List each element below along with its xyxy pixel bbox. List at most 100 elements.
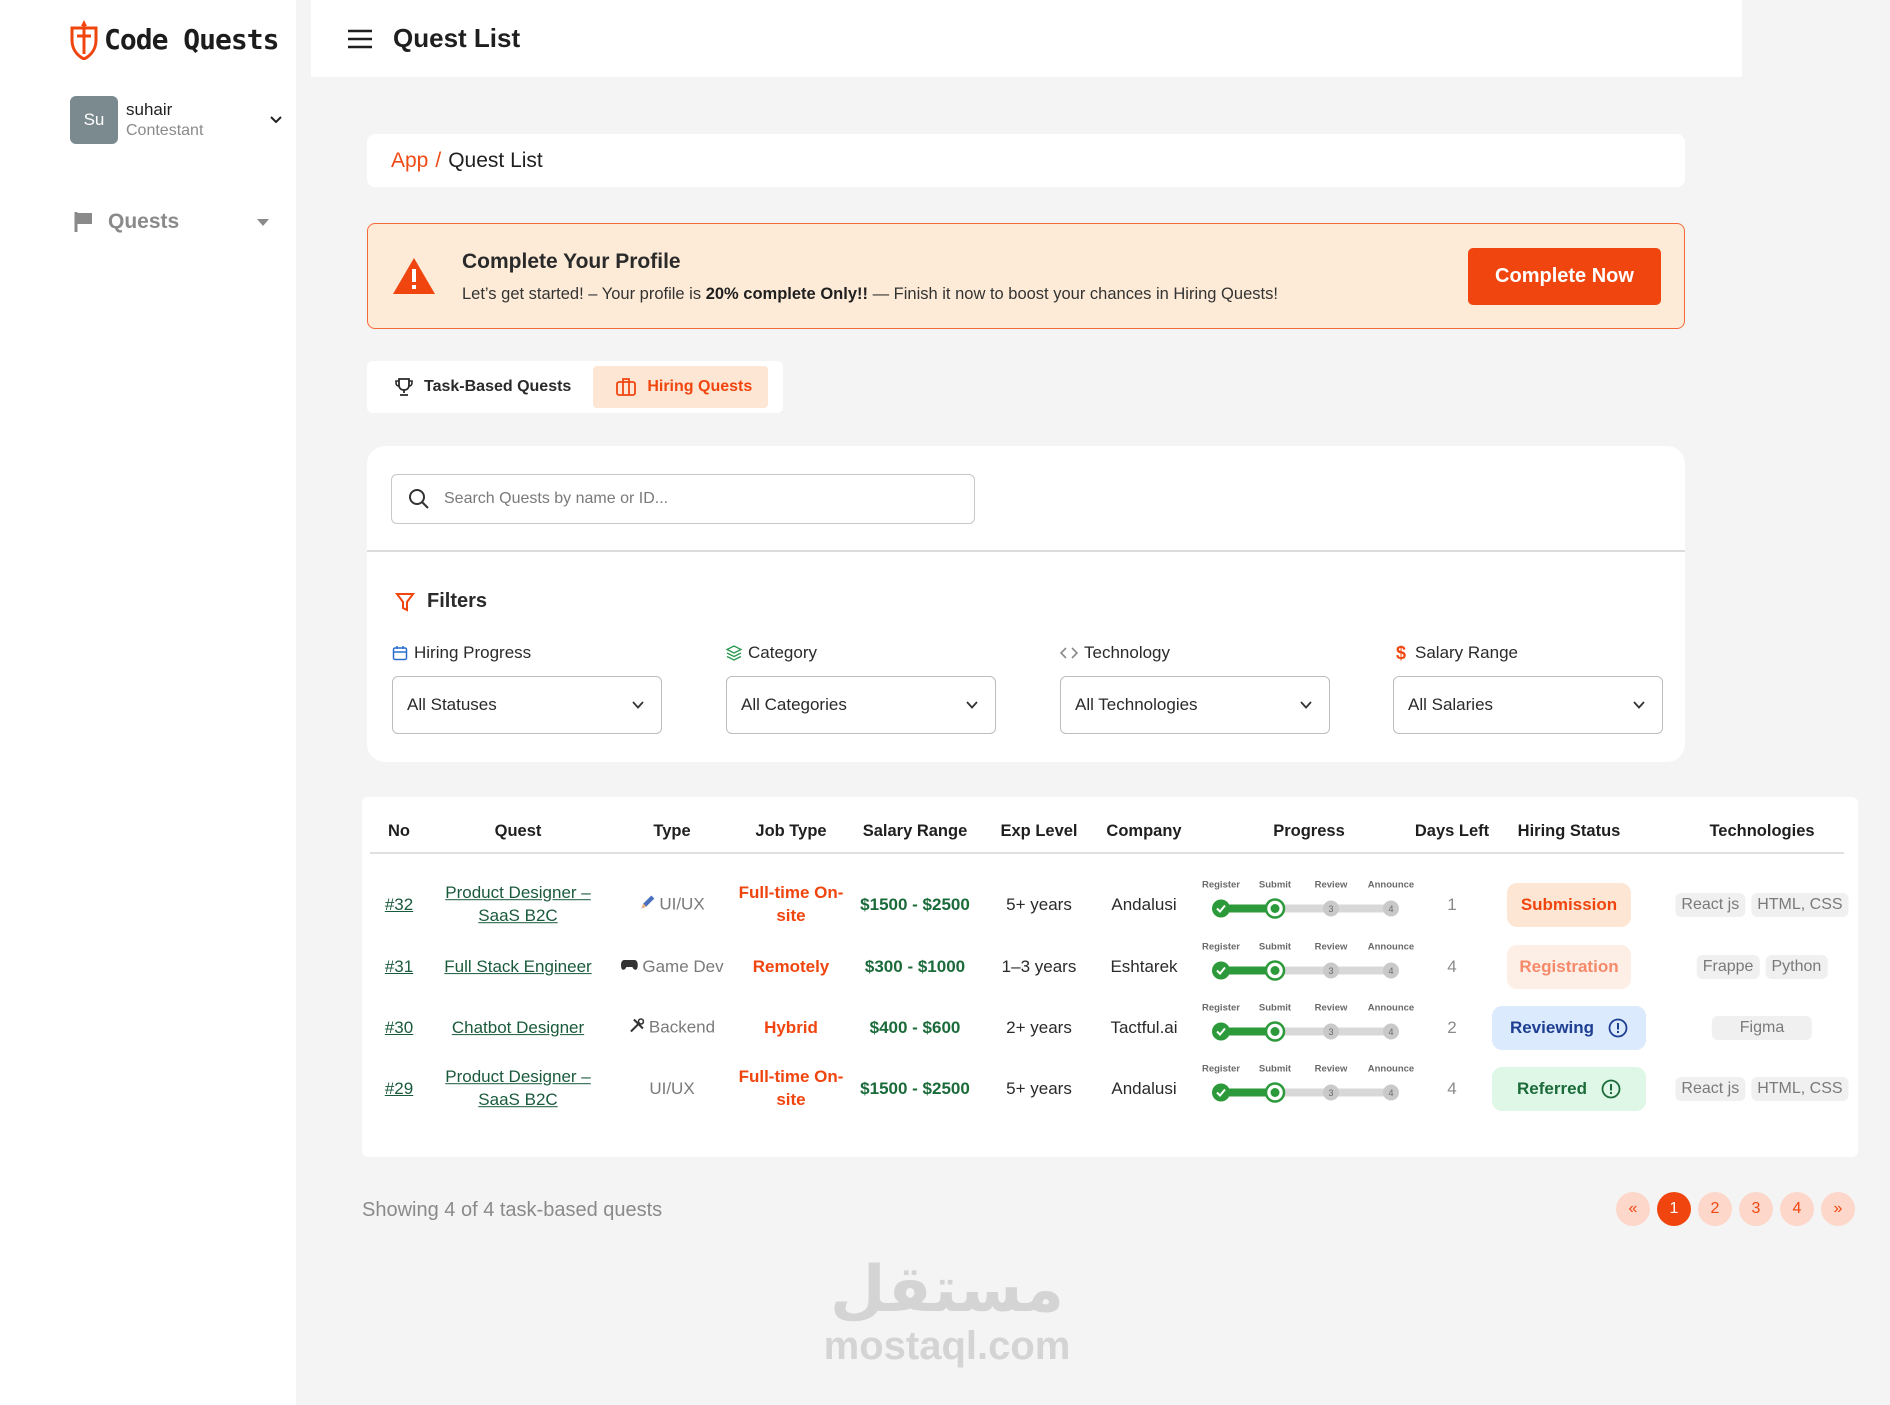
chevron-down-icon <box>632 701 644 709</box>
info-icon[interactable] <box>1608 1018 1628 1038</box>
flag-icon <box>74 212 92 232</box>
calendar-icon <box>392 646 408 661</box>
salary-range: $1500 - $2500 <box>860 894 970 914</box>
pagination-first-button[interactable]: « <box>1616 1192 1650 1226</box>
brand-name: Code Quests <box>104 22 279 56</box>
search-icon <box>409 489 429 509</box>
breadcrumb-separator: / <box>435 148 442 172</box>
svg-text:3: 3 <box>1328 966 1333 976</box>
breadcrumb-app-link[interactable]: App <box>391 149 428 173</box>
complete-now-button[interactable]: Complete Now <box>1468 248 1661 305</box>
svg-text:4: 4 <box>1388 966 1393 976</box>
svg-text:3: 3 <box>1328 1088 1333 1098</box>
salary-range-select[interactable]: All Salaries <box>1393 676 1663 734</box>
tab-task-based-quests[interactable]: Task-Based Quests <box>372 366 587 408</box>
divider <box>367 550 1685 552</box>
chevron-down-icon <box>966 701 978 709</box>
table-row[interactable]: #29 Product Designer – SaaS B2C UI/UX Full-… <box>362 1052 1858 1125</box>
svg-text:Announce: Announce <box>1368 941 1414 952</box>
progress-stepper: Register Submit Review Announce 3 4 <box>1202 1002 1414 1042</box>
quest-name-link[interactable]: Chatbot Designer <box>443 1016 593 1040</box>
technologies-list: React js HTML, CSS <box>1675 1076 1849 1101</box>
search-input[interactable] <box>444 490 924 508</box>
quest-id-link[interactable]: #31 <box>385 957 413 977</box>
hiring-status-badge[interactable]: Submission <box>1507 882 1631 927</box>
svg-text:Register: Register <box>1202 941 1240 952</box>
category-select[interactable]: All Categories <box>726 676 996 734</box>
technology-tag: Python <box>1765 954 1828 979</box>
chevron-down-icon[interactable] <box>268 112 284 128</box>
column-header: Salary Range <box>862 822 968 840</box>
column-header: Company <box>1106 822 1182 840</box>
pagination-page-4[interactable]: 4 <box>1780 1192 1814 1226</box>
column-header: Days Left <box>1414 822 1490 840</box>
gamepad-icon <box>620 957 638 977</box>
pencil-icon <box>639 894 655 915</box>
svg-text:3: 3 <box>1328 904 1333 914</box>
hiring-status-badge[interactable]: Reviewing <box>1492 1005 1646 1050</box>
quest-type: UI/UX <box>639 894 705 915</box>
pagination-page-1[interactable]: 1 <box>1657 1192 1691 1226</box>
quest-name-link[interactable]: Full Stack Engineer <box>443 955 593 979</box>
quest-id-link[interactable]: #30 <box>385 1018 413 1038</box>
exp-level: 5+ years <box>1006 894 1072 914</box>
pagination-page-2[interactable]: 2 <box>1698 1192 1732 1226</box>
quest-name-link[interactable]: Product Designer – SaaS B2C <box>443 881 593 929</box>
progress-cell: Register Submit Review Announce 3 4 <box>1199 939 1419 994</box>
pagination-page-3[interactable]: 3 <box>1739 1192 1773 1226</box>
breadcrumb: App / Quest List <box>367 134 1685 187</box>
column-header: Progress <box>1273 822 1345 840</box>
job-type: Full-time On-site <box>738 1066 844 1110</box>
company-name: Andalusi <box>1111 1078 1177 1098</box>
company-name: Andalusi <box>1111 894 1177 914</box>
breadcrumb-current: Quest List <box>448 148 543 172</box>
quest-id-link[interactable]: #29 <box>385 1079 413 1099</box>
hiring-progress-select[interactable]: All Statuses <box>392 676 662 734</box>
svg-text:Announce: Announce <box>1368 1063 1414 1074</box>
technology-tag: Figma <box>1711 1015 1813 1040</box>
search-box[interactable] <box>391 474 975 524</box>
quest-id-link[interactable]: #32 <box>385 895 413 915</box>
hamburger-menu-icon[interactable] <box>347 28 373 50</box>
tab-hiring-quests[interactable]: Hiring Quests <box>593 366 769 408</box>
job-type: Remotely <box>752 956 830 976</box>
quest-type: Backend <box>629 1017 715 1038</box>
svg-text:Review: Review <box>1315 879 1348 890</box>
brand-logo[interactable]: Code Quests <box>68 18 279 60</box>
filter-icon <box>395 592 415 612</box>
user-menu[interactable]: Su suhair Contestant <box>70 96 284 144</box>
technologies-list: Figma <box>1711 1015 1813 1040</box>
code-quests-logo-icon <box>70 20 98 60</box>
svg-text:Submit: Submit <box>1259 1063 1292 1074</box>
technology-select[interactable]: All Technologies <box>1060 676 1330 734</box>
sidebar-item-quests[interactable]: Quests <box>74 210 270 234</box>
briefcase-icon <box>616 378 637 396</box>
results-count: Showing 4 of 4 task-based quests <box>362 1199 663 1221</box>
progress-cell: Register Submit Review Announce 3 4 <box>1199 877 1419 932</box>
svg-text:Review: Review <box>1315 1063 1348 1074</box>
svg-text:Register: Register <box>1202 1002 1240 1013</box>
svg-text:Register: Register <box>1202 879 1240 890</box>
chevron-down-icon <box>1300 701 1312 709</box>
caret-down-icon[interactable] <box>256 217 270 227</box>
code-icon <box>1060 647 1078 659</box>
user-name: suhair <box>126 100 173 120</box>
days-left: 1 <box>1447 894 1457 914</box>
technology-tag: React js <box>1675 1076 1746 1101</box>
hiring-status-badge[interactable]: Referred <box>1492 1066 1646 1111</box>
exp-level: 2+ years <box>1006 1017 1072 1037</box>
tools-icon <box>629 1017 645 1038</box>
pagination-last-button[interactable]: » <box>1821 1192 1855 1226</box>
column-header: Technologies <box>1709 822 1815 840</box>
svg-text:3: 3 <box>1328 1027 1333 1037</box>
svg-text:4: 4 <box>1388 1088 1393 1098</box>
job-type: Full-time On-site <box>738 882 844 926</box>
hiring-status-badge[interactable]: Registration <box>1507 944 1631 989</box>
quest-name-link[interactable]: Product Designer – SaaS B2C <box>443 1065 593 1113</box>
days-left: 2 <box>1447 1017 1457 1037</box>
technology-tag: Frappe <box>1696 954 1760 979</box>
alert-description: Let’s get started! – Your profile is 20%… <box>462 285 1278 303</box>
info-icon[interactable] <box>1601 1079 1621 1099</box>
svg-text:4: 4 <box>1388 1027 1393 1037</box>
dollar-icon: $ <box>1395 642 1406 663</box>
